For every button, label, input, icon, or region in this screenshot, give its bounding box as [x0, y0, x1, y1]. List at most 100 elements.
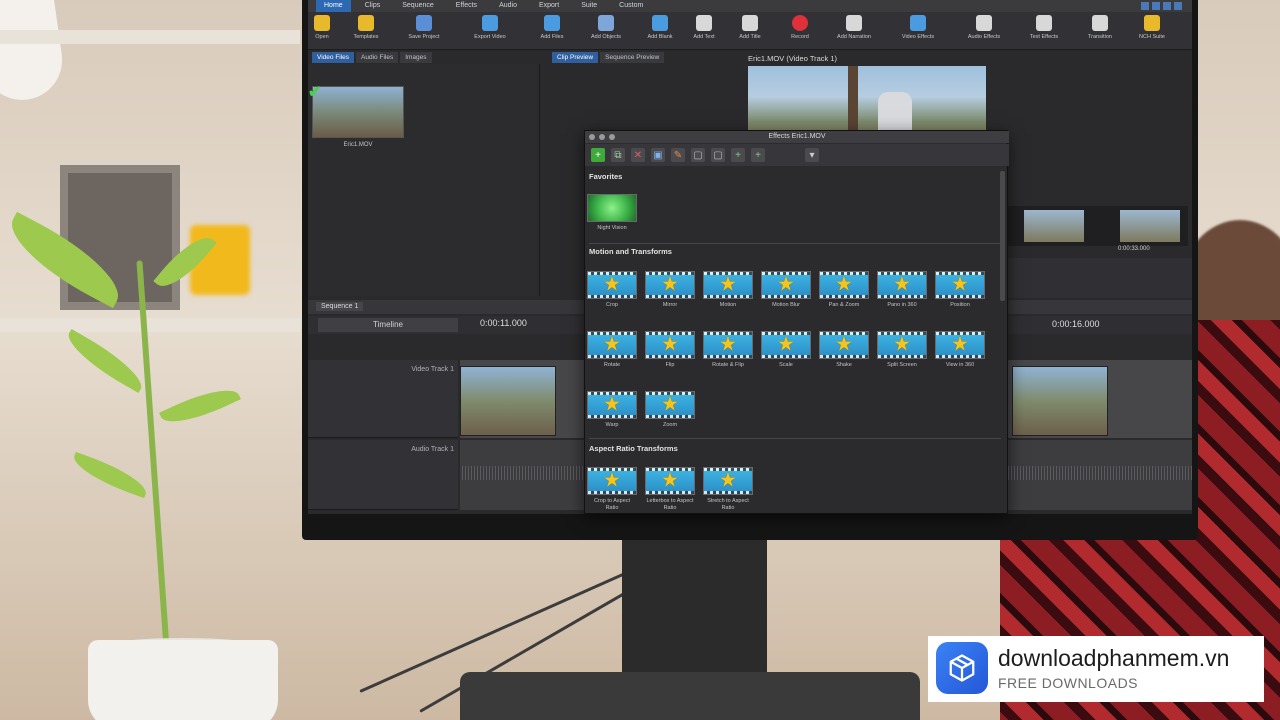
templates-label: Templates: [353, 34, 379, 40]
effect-letterbox-to-aspect-ratio[interactable]: ★ Letterbox to Aspect Ratio: [645, 467, 695, 511]
export-video-button[interactable]: Export Video: [462, 15, 518, 40]
effect-pano-in-360[interactable]: ★ Pano in 360: [877, 271, 927, 309]
menu-tab-sequence[interactable]: Sequence: [394, 0, 442, 12]
menu-tab-custom[interactable]: Custom: [611, 0, 651, 12]
tab-sequence-preview[interactable]: Sequence Preview: [600, 52, 665, 63]
effect-stretch-to-aspect-ratio[interactable]: ★ Stretch to Aspect Ratio: [703, 467, 753, 511]
copy-effect-icon[interactable]: ⧉: [611, 148, 625, 162]
tab-clip-preview[interactable]: Clip Preview: [552, 52, 599, 63]
effect-crop[interactable]: ★ Crop: [587, 271, 637, 309]
effect-shake[interactable]: ★ Shake: [819, 331, 869, 369]
effect-pan-zoom[interactable]: ★ Pan & Zoom: [819, 271, 869, 309]
edit-effect-icon[interactable]: ✎: [671, 148, 685, 162]
menu-tab-audio[interactable]: Audio: [491, 0, 525, 12]
close-icon[interactable]: [589, 134, 595, 140]
help-icon[interactable]: [1141, 2, 1149, 10]
add-title-button[interactable]: Add Title: [722, 15, 778, 40]
star-icon: ★: [951, 273, 969, 296]
facebook-icon[interactable]: [1152, 2, 1160, 10]
effect-rotate-flip[interactable]: ★ Rotate & Flip: [703, 331, 753, 369]
menu-tab-suite[interactable]: Suite: [573, 0, 605, 12]
transport-controls[interactable]: [1008, 258, 1192, 298]
audio-effects-button[interactable]: Audio Effects: [956, 15, 1012, 40]
save-project-button[interactable]: Save Project: [396, 15, 452, 40]
effect-label: Stretch to Aspect Ratio: [707, 498, 749, 511]
move-down-icon[interactable]: ▢: [711, 148, 725, 162]
effects-dialog-title: Effects Eric1.MOV: [585, 131, 1009, 143]
effects-scrollbar[interactable]: [1000, 171, 1005, 301]
maximize-icon[interactable]: [609, 134, 615, 140]
effect-night-vision[interactable]: Night Vision: [587, 194, 637, 232]
clip-thumbnail[interactable]: [312, 86, 404, 138]
timeline-view-select[interactable]: Timeline: [318, 318, 458, 332]
menu-tab-clips[interactable]: Clips: [357, 0, 389, 12]
effect-view-in-360[interactable]: ★ View in 360: [935, 331, 985, 369]
tab-audio-files[interactable]: Audio Files: [356, 52, 399, 63]
menu-tab-effects[interactable]: Effects: [448, 0, 485, 12]
menu-tab-home[interactable]: Home: [316, 0, 351, 12]
section-divider: [589, 438, 1001, 439]
nch-suite-icon: [1144, 15, 1160, 31]
twitter-icon[interactable]: [1163, 2, 1171, 10]
tab-sequence-1[interactable]: Sequence 1: [316, 302, 364, 311]
star-icon: ★: [661, 333, 679, 356]
move-up-icon[interactable]: ▢: [691, 148, 705, 162]
record-button[interactable]: Record: [772, 15, 828, 40]
effect-crop-to-aspect-ratio[interactable]: ★ Crop to Aspect Ratio: [587, 467, 637, 511]
effect-thumb: ★: [703, 271, 753, 299]
dropdown-icon[interactable]: ▾: [805, 148, 819, 162]
effect-mirror[interactable]: ★ Mirror: [645, 271, 695, 309]
remove-effect-icon[interactable]: ✕: [631, 148, 645, 162]
tab-images[interactable]: Images: [400, 52, 432, 63]
save-preset-icon[interactable]: ▣: [651, 148, 665, 162]
star-icon: ★: [719, 333, 737, 356]
cube-logo-icon: [936, 642, 988, 694]
effect-motion-blur[interactable]: ★ Motion Blur: [761, 271, 811, 309]
text-effects-button[interactable]: Text Effects: [1016, 15, 1072, 40]
video-clip[interactable]: [460, 366, 556, 436]
nch-suite-button[interactable]: NCH Suite: [1124, 15, 1180, 40]
effect-zoom[interactable]: ★ Zoom: [645, 391, 695, 429]
templates-button[interactable]: Templates: [338, 15, 394, 40]
media-bin: ✔ Eric1.MOV: [308, 64, 540, 296]
effect-thumb: ★: [877, 271, 927, 299]
record-icon: [792, 15, 808, 31]
effect-thumb: ★: [877, 331, 927, 359]
keyframe-add-icon[interactable]: +: [731, 148, 745, 162]
effect-motion[interactable]: ★ Motion: [703, 271, 753, 309]
effects-toolbar: + ⧉ ✕ ▣ ✎ ▢ ▢ + + ▾: [585, 144, 1009, 166]
effect-flip[interactable]: ★ Flip: [645, 331, 695, 369]
open-label: Open: [315, 34, 329, 40]
nch-suite-label: NCH Suite: [1139, 34, 1165, 40]
video-clip[interactable]: [1012, 366, 1108, 436]
linkedin-icon[interactable]: [1174, 2, 1182, 10]
audio-track-header[interactable]: Audio Track 1: [308, 440, 458, 510]
effect-thumb: ★: [587, 331, 637, 359]
effect-scale[interactable]: ★ Scale: [761, 331, 811, 369]
effect-position[interactable]: ★ Position: [935, 271, 985, 309]
add-files-button[interactable]: Add Files: [524, 15, 580, 40]
minimize-icon[interactable]: [599, 134, 605, 140]
effect-rotate[interactable]: ★ Rotate: [587, 331, 637, 369]
effect-label: View in 360: [945, 362, 975, 368]
add-objects-label: Add Objects: [591, 34, 621, 40]
add-blank-icon: [652, 15, 668, 31]
video-track-header[interactable]: Video Track 1: [308, 360, 458, 438]
transition-button[interactable]: Transition: [1072, 15, 1128, 40]
filmstrip: [1008, 206, 1188, 246]
effect-label: Pan & Zoom: [828, 302, 860, 308]
add-blank-label: Add Blank: [647, 34, 673, 40]
add-effect-icon[interactable]: +: [591, 148, 605, 162]
effect-warp[interactable]: ★ Warp: [587, 391, 637, 429]
effect-label: Mirror: [662, 302, 678, 308]
add-narration-button[interactable]: Add Narration: [826, 15, 882, 40]
tab-video-files[interactable]: Video Files: [312, 52, 355, 63]
video-effects-button[interactable]: Video Effects: [890, 15, 946, 40]
effect-thumb: ★: [935, 271, 985, 299]
effect-split-screen[interactable]: ★ Split Screen: [877, 331, 927, 369]
keyframe-next-icon[interactable]: +: [751, 148, 765, 162]
menu-tab-export[interactable]: Export: [531, 0, 567, 12]
text-icon: [696, 15, 712, 31]
plant-leaf: [60, 328, 150, 394]
add-objects-button[interactable]: Add Objects: [578, 15, 634, 40]
